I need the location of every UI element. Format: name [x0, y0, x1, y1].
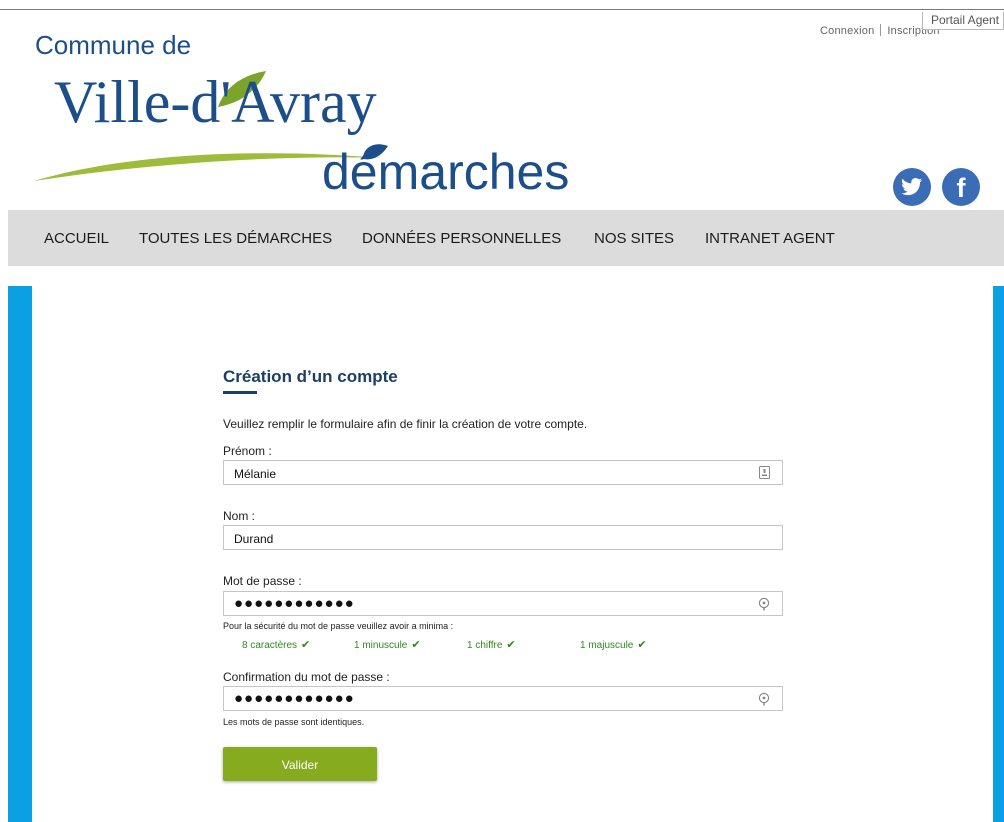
- portal-agent-tab[interactable]: Portail Agent: [922, 12, 1004, 30]
- link-separator: [880, 24, 882, 36]
- last-name-field[interactable]: Durand: [223, 525, 783, 550]
- id-card-icon: [759, 466, 770, 479]
- nav-item-intranet-agent[interactable]: INTRANET AGENT: [705, 210, 835, 266]
- logo-town-name: Ville-d'Avray: [54, 69, 377, 135]
- rule-lowercase-text: 1 minuscule: [354, 640, 408, 651]
- password-key-icon[interactable]: [758, 597, 770, 611]
- rule-length: 8 caractères ✔: [242, 638, 310, 651]
- main-navigation: ACCUEIL TOUTES LES DÉMARCHES DONNÉES PER…: [8, 210, 1004, 266]
- password-field[interactable]: ●●●●●●●●●●●●: [223, 591, 783, 616]
- twitter-button[interactable]: [893, 168, 931, 206]
- logo-subtitle: démarches: [322, 144, 570, 200]
- rule-length-text: 8 caractères: [242, 640, 298, 651]
- rule-uppercase: 1 majuscule ✔: [580, 638, 647, 651]
- login-link[interactable]: Connexion: [820, 25, 874, 37]
- submit-button[interactable]: Valider: [223, 747, 377, 781]
- check-icon: ✔: [506, 639, 516, 651]
- rule-digit-text: 1 chiffre: [467, 640, 503, 651]
- password-value: ●●●●●●●●●●●●: [234, 595, 355, 612]
- facebook-icon[interactable]: f: [942, 168, 980, 206]
- nav-item-accueil[interactable]: ACCUEIL: [44, 210, 109, 266]
- confirm-password-value: ●●●●●●●●●●●●: [234, 690, 355, 707]
- form-intro: Veuillez remplir le formulaire afin de f…: [223, 417, 588, 431]
- nav-item-nos-sites[interactable]: NOS SITES: [594, 210, 674, 266]
- title-underline: [223, 391, 257, 394]
- last-name-label: Nom :: [223, 509, 256, 523]
- left-accent-bar: [8, 286, 32, 822]
- form-title: Création d’un compte: [223, 367, 398, 386]
- confirm-password-field[interactable]: ●●●●●●●●●●●●: [223, 686, 783, 711]
- confirm-password-label: Confirmation du mot de passe :: [223, 670, 390, 684]
- rule-digit: 1 chiffre ✔: [467, 638, 516, 651]
- right-accent-bar: [993, 286, 1004, 822]
- password-key-icon[interactable]: [758, 692, 770, 706]
- check-icon: ✔: [411, 639, 421, 651]
- check-icon: ✔: [301, 639, 311, 651]
- site-header: Portail Agent Connexion Inscription Commu…: [0, 10, 1004, 210]
- rule-lowercase: 1 minuscule ✔: [354, 638, 421, 651]
- first-name-field[interactable]: Mélanie: [223, 460, 783, 485]
- check-icon: ✔: [637, 639, 647, 651]
- password-label: Mot de passe :: [223, 574, 302, 588]
- password-match-hint: Les mots de passe sont identiques.: [223, 717, 365, 727]
- rule-uppercase-text: 1 majuscule: [580, 640, 634, 651]
- nav-item-toutes-les-demarches[interactable]: TOUTES LES DÉMARCHES: [139, 210, 332, 266]
- password-strength-hint: Pour la sécurité du mot de passe veuille…: [223, 621, 454, 631]
- last-name-value: Durand: [234, 532, 274, 546]
- site-logo[interactable]: Commune de Ville-d'Avray démarches: [30, 30, 590, 210]
- twitter-icon: [901, 178, 923, 196]
- first-name-label: Prénom :: [223, 444, 272, 458]
- first-name-value: Mélanie: [234, 467, 277, 481]
- nav-item-donnees-personnelles[interactable]: DONNÉES PERSONNELLES: [362, 210, 561, 266]
